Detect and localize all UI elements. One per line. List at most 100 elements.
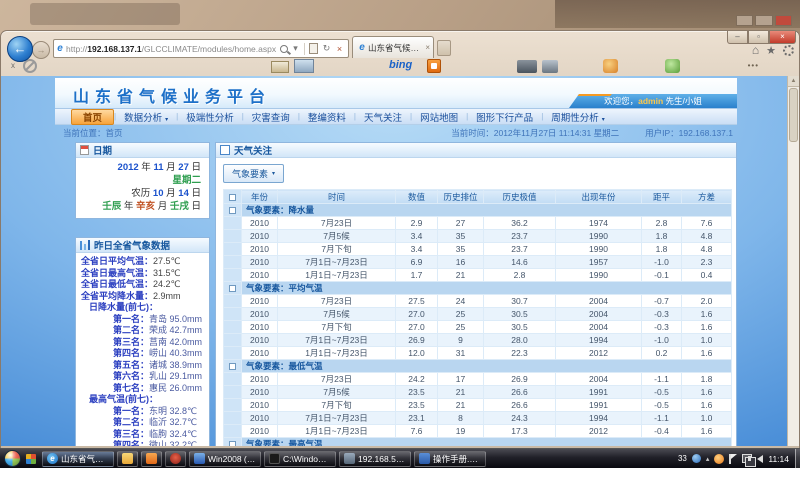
table-row: 20107月1日~7月23日6.91614.61957-1.02.3 (224, 256, 732, 269)
stop-icon[interactable]: × (333, 44, 346, 54)
column-header: 历史极值 (484, 190, 556, 204)
rank-item: 第四名：崂山 40.3mm (81, 348, 204, 360)
start-button[interactable] (4, 450, 21, 467)
taskbar-window-button[interactable]: 192.168.59.99... (339, 451, 411, 467)
group-checkbox[interactable] (229, 363, 236, 370)
chevron-down-icon: ▾ (165, 117, 168, 123)
minimize-button[interactable]: – (727, 31, 748, 44)
scroll-up-icon[interactable]: ▲ (788, 76, 799, 87)
stat-line: 全省日最低气温：24.2℃ (81, 279, 204, 291)
column-header: 出现年份 (556, 190, 642, 204)
tray-app-icon[interactable] (692, 454, 701, 463)
table-row: 20101月1日~7月23日7.61917.32012-0.41.6 (224, 425, 732, 438)
nav-item-2[interactable]: 数据分析▾ (116, 109, 176, 125)
tray-orange-icon[interactable] (714, 454, 724, 464)
column-header: 方差 (682, 190, 732, 204)
speaker-icon[interactable] (757, 455, 763, 463)
group-label: 气象要素：最高气温 (242, 438, 732, 447)
sidebar: 日期 2012 年 11 月 27 日星期二农历 10 月 14 日壬辰 年 辛… (75, 142, 210, 446)
browser-tab[interactable]: e 山东省气候业务平... × (352, 36, 434, 58)
camera-icon[interactable] (517, 60, 537, 73)
bing-logo[interactable]: bing (389, 59, 412, 71)
scrollbar-thumb[interactable] (789, 88, 798, 142)
table-row: 20107月1日~7月23日26.9928.01994-1.01.0 (224, 334, 732, 347)
taskbar-pinned-icon[interactable] (165, 451, 186, 467)
chart-bars-icon (80, 240, 90, 250)
page-title: 山东省气候业务平台 (73, 83, 271, 107)
nav-item-4[interactable]: 灾害查询 (244, 109, 298, 125)
taskbar-window-button[interactable]: e山东省气候业务平... (42, 451, 114, 467)
weather-table: 年份时间数值历史排位历史极值出现年份距平方差气象要素：降水量20107月23日2… (223, 189, 732, 446)
orange-app-icon (146, 453, 157, 464)
stat-line: 全省日平均气温：27.5℃ (81, 256, 204, 268)
rank-item: 第一名：东明 32.8℃ (81, 406, 204, 418)
plugin-icon[interactable] (665, 59, 680, 73)
tools-gear-icon[interactable] (783, 45, 794, 56)
taskbar-pinned-icon[interactable] (117, 451, 138, 467)
taskbar-clock[interactable]: 11:14 (768, 454, 789, 464)
table-row: 20107月5候27.02530.52004-0.31.6 (224, 308, 732, 321)
home-icon[interactable]: ⌂ (752, 43, 759, 57)
search-dropdown-icon[interactable]: ▾ (289, 43, 302, 54)
taskbar-window-button[interactable]: C:\Windows\s... (264, 451, 336, 467)
nav-item-1[interactable]: 首页 (71, 109, 114, 125)
taskbar: e山东省气候业务平... Win2008 (VS2...C:\Windows\s.… (0, 448, 800, 468)
new-tab-button[interactable] (437, 40, 451, 56)
rank-item: 第二名：临沂 32.7℃ (81, 417, 204, 429)
mail-icon[interactable] (271, 61, 289, 73)
gallery-icon[interactable] (294, 59, 314, 73)
chevron-down-icon: ▾ (602, 117, 605, 123)
table-group-row: 气象要素：最高气温 (224, 438, 732, 447)
date-line: 农历 10 月 14 日 (84, 187, 201, 200)
username: admin (638, 96, 663, 106)
table-row: 20107月下旬23.52126.61991-0.51.6 (224, 399, 732, 412)
group-checkbox[interactable] (229, 285, 236, 292)
taskbar-pinned-icon[interactable] (141, 451, 162, 467)
nav-item-7[interactable]: 网站地图 (412, 109, 466, 125)
page-scrollbar[interactable]: ▲ (787, 76, 799, 446)
back-button[interactable]: ← (7, 36, 33, 62)
screen-capture-icon[interactable] (542, 60, 558, 73)
bing-badge-icon[interactable] (427, 59, 441, 73)
favorites-star-icon[interactable]: ★ (766, 44, 776, 57)
more-options-icon[interactable]: ••• (748, 61, 759, 70)
taskbar-window-button[interactable]: 操作手册.docx ... (414, 451, 486, 467)
rank-section-title: 最高气温(前七)： (81, 394, 204, 406)
forward-button[interactable]: → (32, 41, 50, 59)
nav-item-9[interactable]: 周期性分析▾ (543, 109, 613, 125)
table-row: 20107月5候23.52126.61991-0.51.6 (224, 386, 732, 399)
blocked-icon[interactable] (23, 59, 37, 73)
rank-section-title: 日降水量(前七)： (81, 302, 204, 314)
stat-line: 全省平均降水量：2.9mm (81, 291, 204, 303)
url-text[interactable]: http://192.168.137.1/GLCCLIMATE/modules/… (66, 44, 279, 54)
hidden-icons-caret[interactable]: ▴ (706, 455, 710, 463)
address-bar[interactable]: e http://192.168.137.1/GLCCLIMATE/module… (53, 39, 349, 58)
rank-item: 第三名：临朐 32.4℃ (81, 429, 204, 441)
refresh-icon[interactable]: ↻ (320, 43, 333, 54)
media-player-icon (170, 453, 181, 464)
group-label: 气象要素：最低气温 (242, 360, 732, 373)
status-row: 当前位置：首页 当前时间：2012年11月27日 11:14:31 星期二 用户… (55, 126, 737, 140)
element-filter-button[interactable]: 气象要素▾ (223, 164, 284, 183)
group-checkbox[interactable] (229, 441, 236, 446)
highlight-icon[interactable] (603, 59, 618, 73)
system-tray: 33 ▴ 11:14 (678, 454, 795, 464)
nav-item-6[interactable]: 天气关注 (356, 109, 410, 125)
tab-title: 山东省气候业务平... (368, 42, 423, 54)
show-desktop-button[interactable] (795, 449, 800, 469)
action-center-flag-icon[interactable] (729, 454, 737, 464)
nav-item-5[interactable]: 整编资料 (300, 109, 354, 125)
taskbar-window-button[interactable]: Win2008 (VS2... (189, 451, 261, 467)
tab-close-icon[interactable]: × (423, 43, 430, 52)
nav-item-3[interactable]: 极端性分析 (178, 109, 242, 125)
date-line: 壬辰 年 辛亥 月 壬戌 日 (84, 200, 201, 213)
search-icon[interactable] (280, 45, 288, 53)
group-checkbox[interactable] (229, 207, 236, 214)
rank-item: 第一名：青岛 95.0mm (81, 314, 204, 326)
nav-item-8[interactable]: 图形下行产品 (468, 109, 541, 125)
main-navigation: 首页|数据分析▾|极端性分析|灾害查询|整编资料|天气关注|网站地图|图形下行产… (55, 108, 737, 125)
compatibility-view-icon[interactable] (309, 43, 318, 54)
pinned-app-icon[interactable] (26, 454, 36, 464)
toolbar-close-icon[interactable]: x (11, 61, 15, 70)
select-all-checkbox[interactable] (229, 194, 236, 201)
